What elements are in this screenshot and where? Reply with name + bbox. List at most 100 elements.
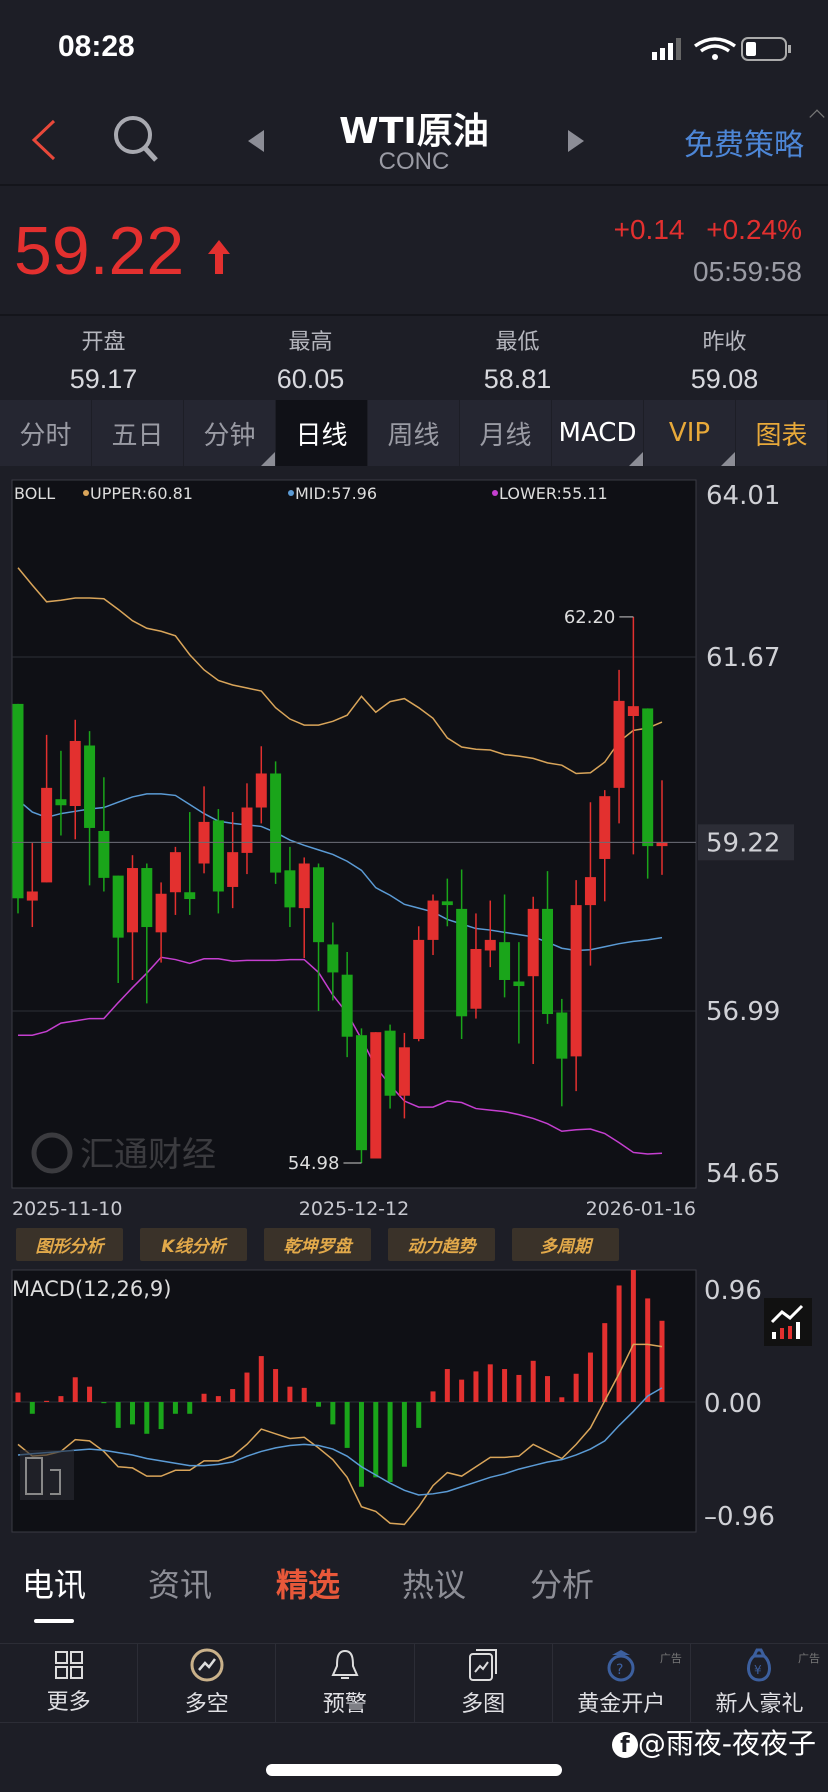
nav-label: 多图 (461, 1692, 506, 1717)
macd-hist-bar (630, 1270, 636, 1402)
divider (0, 314, 828, 316)
candle (12, 703, 24, 914)
period-tabs: 分时 五日 分钟 日线 周线 月线 MACD VIP 图表 (0, 400, 828, 466)
news-tab-featured[interactable]: 精选 (276, 1560, 340, 1606)
news-tab-hot[interactable]: 热议 (402, 1560, 466, 1606)
tab-chart[interactable]: 图表 (736, 400, 828, 466)
nav-more[interactable]: 更多 (0, 1644, 139, 1722)
lower-dot (492, 490, 498, 496)
candle-body (284, 870, 296, 908)
triangle-right-icon (568, 130, 584, 152)
dropdown-corner-icon (629, 452, 643, 466)
nav-alert[interactable]: 预警 (276, 1644, 415, 1722)
macd-hist-bar (358, 1402, 364, 1487)
candle-body (169, 852, 181, 893)
fullscreen-toggle[interactable] (20, 1450, 74, 1500)
tab-daily[interactable]: 日线 (276, 400, 368, 466)
nav-new-user-gift[interactable]: 广告 ¥ 新人豪礼 (691, 1644, 828, 1722)
macd-hist-bar (316, 1402, 322, 1407)
indicator-switch-button[interactable] (764, 1298, 812, 1346)
nav-long-short[interactable]: 多空 (138, 1644, 277, 1722)
ad-label: 广告 (798, 1652, 821, 1665)
nav-gold-account[interactable]: 广告? 黄金开户 (553, 1644, 691, 1722)
tool-compass[interactable]: 乾坤罗盘 (264, 1228, 371, 1261)
bottom-nav: 更多 多空 预警 多图 广告? 黄金开户 广告 ¥ 新人豪礼 (0, 1643, 828, 1723)
last-price: 59.22 (14, 213, 185, 289)
tab-weekly[interactable]: 周线 (368, 400, 460, 466)
macd-hist-bar (559, 1397, 565, 1402)
divider (0, 184, 828, 186)
candle-body (12, 703, 24, 899)
watermark: f @雨夜-夜夜子 (611, 1722, 816, 1762)
macd-hist-bar (373, 1402, 379, 1478)
tab-monthly[interactable]: 月线 (460, 400, 552, 466)
x-tick-label: 2025-12-12 (299, 1198, 409, 1220)
candle-body (41, 787, 53, 883)
change-percent: +0.24% (706, 214, 802, 245)
macd-hist-bar (616, 1285, 622, 1402)
tab-label: 五日 (111, 420, 164, 451)
candle-body (441, 901, 453, 906)
next-symbol-button[interactable] (566, 128, 586, 158)
tab-label: VIP (668, 418, 711, 448)
candle-body (656, 842, 668, 847)
candle-body (527, 908, 539, 977)
signal-wifi-battery-icon (652, 37, 791, 61)
tab-five-day[interactable]: 五日 (92, 400, 184, 466)
tab-macd[interactable]: MACD (552, 400, 644, 466)
macd-y-tick: –0.96 (704, 1502, 775, 1532)
rising-chart-icon (770, 1304, 804, 1339)
macd-hist-bar (301, 1387, 307, 1402)
news-tab-analysis[interactable]: 分析 (530, 1560, 594, 1606)
candle-body (327, 944, 339, 973)
candle-body (270, 773, 282, 873)
x-tick-label: 2025-11-10 (12, 1198, 122, 1220)
candle-body (55, 799, 67, 806)
tab-minute[interactable]: 分钟 (184, 400, 276, 466)
kline-chart[interactable]: BOLL UPPER:60.81 MID:57.96 LOWER:55.11 汇… (0, 470, 828, 1540)
mid-dot (288, 490, 294, 496)
candle-body (255, 773, 267, 808)
news-tab-telegraph[interactable]: 电讯 (22, 1560, 86, 1606)
macd-hist-bar (144, 1402, 150, 1434)
macd-hist-bar (573, 1373, 579, 1402)
macd-hist-bar (172, 1402, 178, 1414)
macd-hist-bar (645, 1298, 651, 1402)
candle (370, 1032, 382, 1159)
macd-hist-bar (29, 1402, 35, 1414)
macd-hist-bar (330, 1402, 336, 1425)
tab-intraday[interactable]: 分时 (0, 400, 92, 466)
status-time: 08:28 (58, 30, 135, 63)
tab-vip[interactable]: VIP (644, 400, 736, 466)
nav-multi-chart[interactable]: 多图 (415, 1644, 553, 1722)
nav-label: 预警 (322, 1692, 367, 1717)
bell-icon (331, 1649, 359, 1679)
candle-body (456, 908, 468, 1017)
candle-body (484, 939, 496, 951)
macd-hist-bar (72, 1377, 78, 1402)
home-indicator[interactable] (266, 1764, 562, 1776)
macd-hist-bar (215, 1396, 221, 1402)
macd-hist-bar (587, 1352, 593, 1402)
news-tab-info[interactable]: 资讯 (148, 1560, 212, 1606)
boll-legend-lower: LOWER:55.11 (499, 484, 608, 503)
watermark-text: @雨夜-夜夜子 (637, 1727, 816, 1760)
svg-text:汇通财经: 汇通财经 (80, 1135, 216, 1175)
free-strategy-link[interactable]: 免费策略 (684, 120, 804, 164)
candle-body (84, 745, 96, 828)
tool-pattern-analysis[interactable]: 图形分析 (16, 1228, 123, 1261)
boll-legend-upper: UPPER:60.81 (90, 484, 193, 503)
tool-momentum[interactable]: 动力趋势 (388, 1228, 495, 1261)
min-label: 54.98 (288, 1153, 340, 1174)
nav-label: 更多 (46, 1690, 91, 1715)
main-panel (11, 479, 697, 1189)
macd-hist-bar (487, 1364, 493, 1402)
candle (355, 1028, 367, 1164)
tool-multi-period[interactable]: 多周期 (512, 1228, 619, 1261)
max-label: 62.20 (564, 607, 616, 628)
candle-body (542, 908, 554, 1015)
macd-hist-bar (273, 1369, 279, 1402)
macd-hist-bar (15, 1392, 21, 1402)
tab-label: 月线 (479, 420, 532, 451)
tool-kline-analysis[interactable]: K线分析 (140, 1228, 247, 1261)
